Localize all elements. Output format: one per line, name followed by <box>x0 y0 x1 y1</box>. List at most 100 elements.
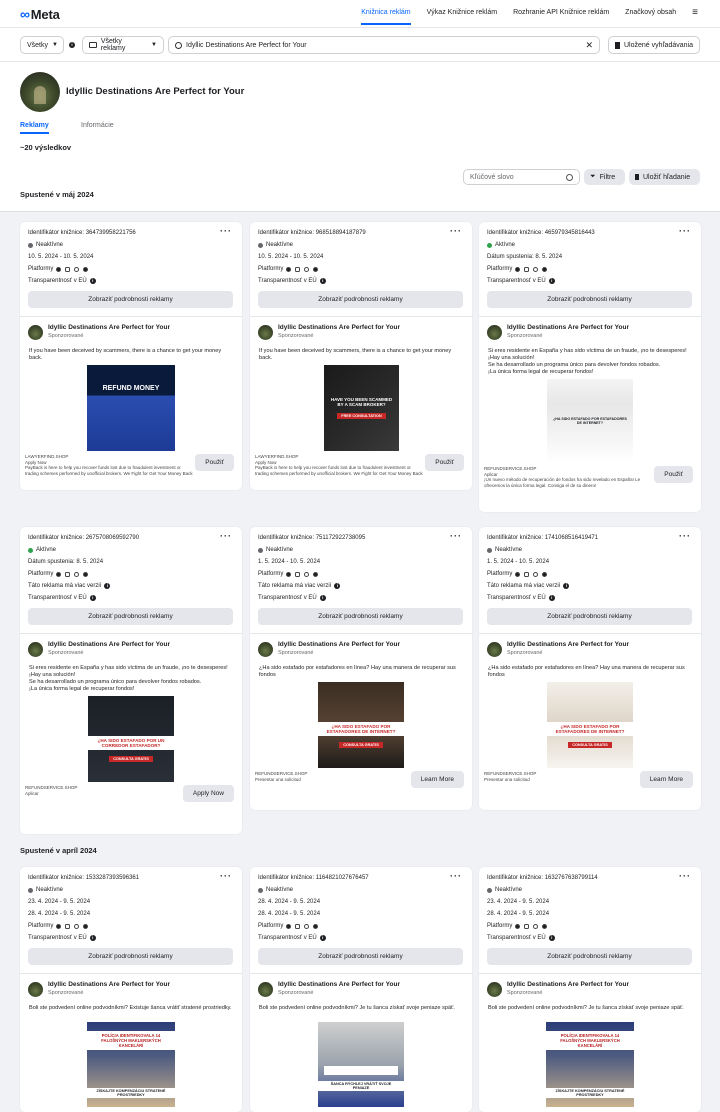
more-options-icon[interactable]: ··· <box>679 532 691 541</box>
advertiser-avatar[interactable] <box>487 982 502 997</box>
cta-button[interactable]: Použiť <box>195 454 234 471</box>
cta-button[interactable]: Použiť <box>654 466 693 483</box>
eu-transparency[interactable]: Transparentnosť v EÚ i <box>487 278 555 284</box>
advertiser-name[interactable]: Idyllic Destinations Are Perfect for You… <box>48 641 170 648</box>
advertiser-avatar[interactable] <box>487 642 502 657</box>
clear-icon[interactable]: ✕ <box>585 40 593 51</box>
advertiser-avatar[interactable] <box>258 642 273 657</box>
search-input[interactable]: Idyllic Destinations Are Perfect for You… <box>168 36 600 54</box>
advertiser-avatar[interactable] <box>28 982 43 997</box>
more-options-icon[interactable]: ··· <box>450 227 462 236</box>
eu-transparency[interactable]: Transparentnosť v EÚ i <box>258 595 326 601</box>
cta-button[interactable]: Apply Now <box>182 785 234 802</box>
see-ad-details-button[interactable]: Zobraziť podrobnosti reklamy <box>28 291 233 308</box>
ad-creative-image[interactable]: ¿HA SIDO ESTAFADO POR ESTAFADORES DE INT… <box>547 379 633 463</box>
keyword-input[interactable]: Kľúčové slovo <box>463 169 580 185</box>
info-icon[interactable]: i <box>89 595 96 601</box>
more-options-icon[interactable]: ··· <box>220 872 232 881</box>
facebook-icon <box>56 923 62 929</box>
creative-headline: HAVE YOU BEEN SCAMMED BY A SCAM BROKER? <box>330 397 393 407</box>
cta-button[interactable]: Learn More <box>410 771 464 788</box>
advertiser-name[interactable]: Idyllic Destinations Are Perfect for You… <box>507 981 629 988</box>
see-ad-details-button[interactable]: Zobraziť podrobnosti reklamy <box>258 948 463 965</box>
cta-button[interactable]: Použiť <box>425 454 464 471</box>
run-dates-secondary: 28. 4. 2024 - 9. 5. 2024 <box>28 911 91 917</box>
info-icon[interactable]: i <box>104 583 111 589</box>
meta-logo[interactable]: ∞Meta <box>20 6 60 22</box>
nav-branded-content[interactable]: Značkový obsah <box>625 9 676 16</box>
info-icon[interactable]: i <box>319 595 326 601</box>
advertiser-name[interactable]: Idyllic Destinations Are Perfect for You… <box>278 641 400 648</box>
more-options-icon[interactable]: ··· <box>220 532 232 541</box>
ad-creative-image[interactable]: POLÍCIA IDENTIFIKOVALA 14 FALOŠNÝCH MAKL… <box>546 1022 634 1107</box>
facebook-icon <box>56 571 62 577</box>
nav-ad-library-report[interactable]: Výkaz Knižnice reklám <box>427 9 497 16</box>
info-icon[interactable]: i <box>563 583 570 589</box>
nav-ad-library[interactable]: Knižnica reklám <box>361 9 412 25</box>
hamburger-menu-icon[interactable]: ≡ <box>692 8 698 18</box>
info-icon[interactable]: i <box>334 583 341 589</box>
see-ad-details-button[interactable]: Zobraziť podrobnosti reklamy <box>487 948 692 965</box>
ad-creative-image[interactable]: ¿HA SIDO ESTAFADO POR UN CORREDOR ESTAFA… <box>88 696 174 782</box>
see-ad-details-button[interactable]: Zobraziť podrobnosti reklamy <box>487 291 692 308</box>
ad-creative-image[interactable]: HAVE YOU BEEN SCAMMED BY A SCAM BROKER? … <box>324 365 399 451</box>
ad-body-line: Se ha desarrollado un programa único par… <box>488 362 661 368</box>
advertiser-avatar[interactable] <box>28 325 43 340</box>
advertiser-name[interactable]: Idyllic Destinations Are Perfect for You… <box>48 981 170 988</box>
info-icon[interactable]: i <box>319 935 326 941</box>
nav-ad-library-api[interactable]: Rozhranie API Knižnice reklám <box>513 9 609 16</box>
ad-type-select[interactable]: Všetky reklamy ▼ <box>82 36 164 54</box>
info-icon[interactable]: i <box>548 278 555 284</box>
save-search-button[interactable]: Uložiť hľadanie <box>629 169 700 185</box>
info-icon[interactable]: i <box>69 42 75 48</box>
info-icon[interactable]: i <box>319 278 326 284</box>
more-options-icon[interactable]: ··· <box>679 227 691 236</box>
more-options-icon[interactable]: ··· <box>450 872 462 881</box>
country-select[interactable]: Všetky ▼ <box>20 36 64 54</box>
filters-button[interactable]: ⏷ Filtre <box>584 169 625 185</box>
advertiser-avatar[interactable] <box>258 982 273 997</box>
ad-creative-image[interactable]: ¿HA SIDO ESTAFADO POR ESTAFADORES DE INT… <box>547 682 633 768</box>
more-options-icon[interactable]: ··· <box>679 872 691 881</box>
see-ad-details-button[interactable]: Zobraziť podrobnosti reklamy <box>258 608 463 625</box>
eu-transparency[interactable]: Transparentnosť v EÚ i <box>28 278 96 284</box>
status-dot-icon <box>28 887 33 893</box>
status-badge: Neaktívne <box>28 242 63 248</box>
audience-network-icon <box>304 923 310 929</box>
ad-creative-image[interactable]: POLÍCIA IDENTIFIKOVALA 14 FALOŠNÝCH MAKL… <box>87 1022 175 1107</box>
advertiser-avatar[interactable] <box>28 642 43 657</box>
advertiser-name[interactable]: Idyllic Destinations Are Perfect for You… <box>48 324 170 331</box>
saved-searches-button[interactable]: Uložené vyhľadávania <box>608 36 700 54</box>
advertiser-name[interactable]: Idyllic Destinations Are Perfect for You… <box>507 641 629 648</box>
ad-creative-image[interactable]: ¿HA SIDO ESTAFADO POR ESTAFADORES DE INT… <box>318 682 404 768</box>
search-icon <box>566 173 573 181</box>
see-ad-details-button[interactable]: Zobraziť podrobnosti reklamy <box>28 608 233 625</box>
more-options-icon[interactable]: ··· <box>450 532 462 541</box>
tab-ads[interactable]: Reklamy <box>20 122 49 134</box>
ad-creative-image[interactable]: ZÁCHRANA PODVODNÉ MAKLÉRI ŠANCA RÝCHLEJ … <box>318 1022 404 1107</box>
info-icon[interactable]: i <box>89 935 96 941</box>
eu-transparency[interactable]: Transparentnosť v EÚ i <box>28 935 96 941</box>
eu-transparency[interactable]: Transparentnosť v EÚ i <box>28 595 96 601</box>
eu-transparency[interactable]: Transparentnosť v EÚ i <box>258 278 326 284</box>
see-ad-details-button[interactable]: Zobraziť podrobnosti reklamy <box>487 608 692 625</box>
cta-button[interactable]: Learn More <box>639 771 693 788</box>
advertiser-name[interactable]: Idyllic Destinations Are Perfect for You… <box>278 981 400 988</box>
eu-transparency[interactable]: Transparentnosť v EÚ i <box>258 935 326 941</box>
library-id: Identifikátor knižnice: 1632767638799114 <box>487 875 598 881</box>
tab-about[interactable]: Informácie <box>81 122 114 129</box>
eu-transparency[interactable]: Transparentnosť v EÚ i <box>487 935 555 941</box>
info-icon[interactable]: i <box>548 935 555 941</box>
advertiser-avatar[interactable] <box>258 325 273 340</box>
run-dates: 1. 5. 2024 - 10. 5. 2024 <box>487 559 550 565</box>
ad-creative-image[interactable]: REFUND MONEY <box>87 365 175 451</box>
advertiser-name[interactable]: Idyllic Destinations Are Perfect for You… <box>507 324 629 331</box>
info-icon[interactable]: i <box>89 278 96 284</box>
advertiser-name[interactable]: Idyllic Destinations Are Perfect for You… <box>278 324 400 331</box>
info-icon[interactable]: i <box>548 595 555 601</box>
more-options-icon[interactable]: ··· <box>220 227 232 236</box>
advertiser-avatar[interactable] <box>487 325 502 340</box>
see-ad-details-button[interactable]: Zobraziť podrobnosti reklamy <box>28 948 233 965</box>
eu-transparency[interactable]: Transparentnosť v EÚ i <box>487 595 555 601</box>
see-ad-details-button[interactable]: Zobraziť podrobnosti reklamy <box>258 291 463 308</box>
